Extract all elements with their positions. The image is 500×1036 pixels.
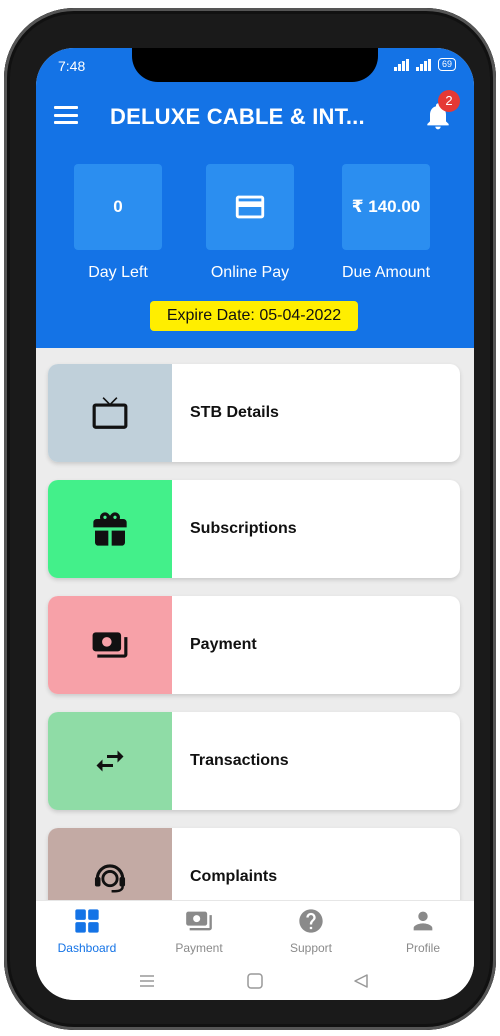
app-header: DELUXE CABLE & INT... 2 0 ₹ 140.00 Day L…	[36, 48, 474, 348]
notification-badge: 2	[438, 90, 460, 112]
hamburger-menu-icon[interactable]	[54, 106, 78, 126]
credit-card-icon	[235, 195, 265, 219]
days-left-tile: 0	[74, 164, 162, 250]
person-icon	[413, 911, 433, 931]
nav-tab-label: Payment	[175, 941, 223, 955]
nav-tab-support[interactable]: Support	[266, 907, 356, 955]
due-amount-tile: ₹ 140.00	[342, 164, 430, 250]
menu-item-icon-bg	[48, 480, 172, 578]
menu-item-label: Payment	[190, 636, 257, 653]
system-nav-bar	[36, 962, 474, 1000]
menu-item-payment[interactable]: Payment	[48, 596, 460, 694]
expire-date-badge: Expire Date: 05-04-2022	[150, 301, 358, 331]
bottom-nav: Dashboard Payment Support Profile	[36, 900, 474, 962]
camera-notch	[132, 48, 378, 82]
support-agent-icon	[94, 864, 126, 893]
nav-tab-label: Support	[289, 941, 333, 955]
recent-apps-icon[interactable]	[138, 972, 156, 990]
home-icon[interactable]	[246, 972, 264, 990]
help-icon	[299, 909, 323, 933]
menu-item-label: Transactions	[190, 752, 289, 769]
battery-icon: 69	[437, 58, 456, 71]
swap-icon	[96, 750, 124, 772]
menu-item-icon-bg	[48, 712, 172, 810]
notification-button[interactable]: 2	[422, 90, 460, 132]
nav-tab-label: Dashboard	[57, 941, 117, 955]
signal-icon	[393, 58, 410, 71]
menu-item-label: STB Details	[190, 404, 279, 421]
menu-item-stb-details[interactable]: STB Details	[48, 364, 460, 462]
phone-frame: DELUXE CABLE & INT... 2 0 ₹ 140.00 Day L…	[4, 8, 496, 1030]
online-pay-tile[interactable]	[206, 164, 294, 250]
menu-item-subscriptions[interactable]: Subscriptions	[48, 480, 460, 578]
menu-item-label: Complaints	[190, 868, 278, 885]
payment-icon	[186, 911, 212, 931]
app-title: DELUXE CABLE & INT...	[110, 104, 365, 129]
app-screen: DELUXE CABLE & INT... 2 0 ₹ 140.00 Day L…	[36, 48, 474, 1000]
status-time: 7:48	[58, 58, 86, 74]
nav-tab-label: Profile	[405, 941, 440, 955]
back-icon[interactable]	[352, 972, 370, 990]
menu-item-transactions[interactable]: Transactions	[48, 712, 460, 810]
nav-tab-dashboard[interactable]: Dashboard	[42, 907, 132, 955]
nav-tab-payment[interactable]: Payment	[154, 907, 244, 955]
signal-icon	[415, 58, 432, 71]
nav-tab-profile[interactable]: Profile	[378, 907, 468, 955]
dashboard-icon	[75, 909, 99, 933]
menu-item-icon-bg	[48, 364, 172, 462]
menu-item-icon-bg	[48, 596, 172, 694]
money-icon	[92, 632, 128, 658]
tv-icon	[92, 397, 128, 429]
online-pay-label: Online Pay	[210, 264, 290, 281]
status-icons: 69	[393, 58, 456, 71]
menu-item-label: Subscriptions	[190, 520, 297, 537]
due-amount-label: Due Amount	[341, 264, 431, 281]
gift-icon	[93, 512, 127, 546]
days-left-label: Day Left	[88, 264, 148, 281]
